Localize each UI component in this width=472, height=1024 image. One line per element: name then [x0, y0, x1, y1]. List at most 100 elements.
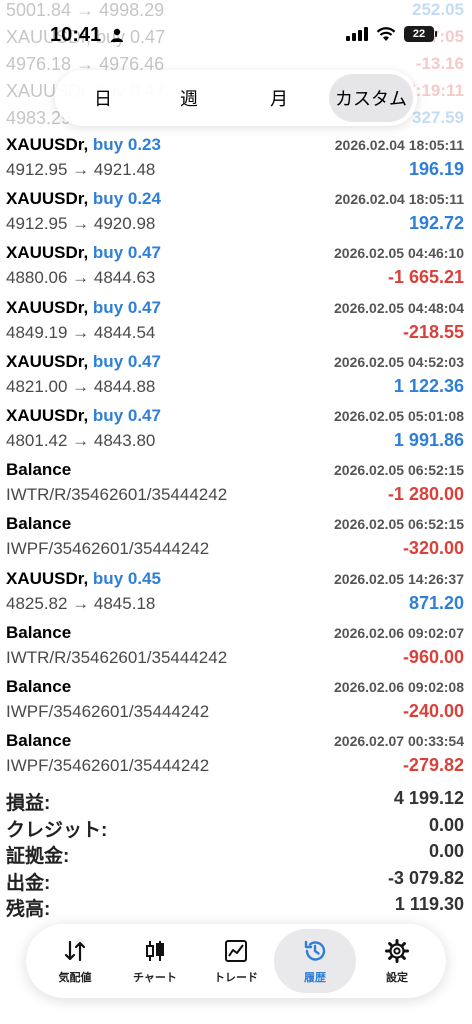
- nav-history[interactable]: 履歴: [274, 929, 356, 993]
- period-tabs: 日 週 月 カスタム: [55, 70, 417, 126]
- deal-row[interactable]: XAUUSDr, buy 0.47 2026.02.05 04:46:10 4880…: [0, 240, 472, 294]
- nav-chart[interactable]: チャート: [114, 929, 196, 993]
- deal-row[interactable]: Balance 2026.02.07 00:33:54 IWPF/35462601/…: [0, 728, 472, 782]
- deal-detail: 4912.95 → 4921.48: [6, 160, 156, 179]
- deal-direction: buy 0.47: [92, 406, 161, 425]
- summary-label: 出金:: [6, 873, 51, 894]
- deal-detail: IWPF/35462601/35444242: [6, 756, 210, 775]
- deal-direction: buy 0.24: [92, 189, 161, 208]
- ghost-row-left: XAUUSDr, buy 0.47: [6, 27, 166, 47]
- deal-date: 2026.02.06 09:02:08: [334, 679, 464, 695]
- tab-month[interactable]: 月: [253, 70, 305, 126]
- deal-symbol-name: Balance: [6, 623, 72, 642]
- deal-symbol-name: Balance: [6, 731, 72, 750]
- deal-direction: buy 0.47: [92, 243, 161, 262]
- deal-symbol-name: Balance: [6, 677, 72, 696]
- summary-value: 0.00: [428, 815, 464, 835]
- deal-symbol-name: XAUUSDr,: [6, 189, 89, 208]
- deal-symbol: XAUUSDr, buy 0.24: [6, 189, 161, 209]
- deal-profit: -218.55: [402, 322, 464, 342]
- deal-symbol: Balance: [6, 677, 71, 697]
- gear-icon: [385, 938, 409, 963]
- summary-value: 0.00: [428, 841, 464, 861]
- deal-row[interactable]: XAUUSDr, buy 0.47 2026.02.05 04:52:03 4821…: [0, 349, 472, 403]
- deal-symbol: Balance: [6, 514, 71, 534]
- deal-profit: -1 665.21: [387, 267, 464, 287]
- deal-date: 2026.02.04 18:05:11: [334, 137, 464, 153]
- deal-detail: 4801.42 → 4843.80: [6, 431, 156, 450]
- quotes-arrows-icon: [64, 940, 86, 961]
- deal-profit: 196.19: [408, 159, 464, 179]
- deal-profit: 192.72: [408, 213, 464, 233]
- deal-direction: buy 0.47: [92, 298, 161, 317]
- summary-value: -3 079.82: [387, 868, 464, 888]
- deal-detail: IWTR/R/35462601/35444242: [6, 485, 228, 504]
- deal-symbol: XAUUSDr, buy 0.47: [6, 352, 161, 372]
- nav-label: 設定: [386, 971, 408, 984]
- candlestick-chart-icon: [146, 940, 164, 961]
- summary-label: 残高:: [6, 899, 51, 920]
- bottom-navigation: 気配値 チャート トレード 履歴 設定: [26, 924, 446, 998]
- ghost-row-right: 252.05: [412, 0, 464, 19]
- deal-symbol: Balance: [6, 460, 71, 480]
- deal-direction: buy 0.45: [92, 569, 161, 588]
- deal-date: 2026.02.05 04:48:04: [334, 300, 464, 316]
- summary-value: 4 199.12: [393, 788, 464, 808]
- nav-trade[interactable]: トレード: [195, 929, 277, 993]
- deal-row[interactable]: Balance 2026.02.06 09:02:08 IWPF/35462601/…: [0, 674, 472, 728]
- deal-symbol: XAUUSDr, buy 0.47: [6, 406, 161, 426]
- ghost-row-right: 17:05: [420, 27, 464, 46]
- deal-detail: 4880.06 → 4844.63: [6, 268, 156, 287]
- summary-profit: 損益: 4 199.12: [0, 788, 472, 815]
- deal-symbol-name: XAUUSDr,: [6, 569, 89, 588]
- deal-date: 2026.02.05 04:52:03: [334, 354, 464, 370]
- deal-profit: -320.00: [402, 538, 464, 558]
- summary-label: 損益:: [6, 793, 51, 814]
- deal-date: 2026.02.06 09:02:07: [334, 625, 464, 641]
- summary-label: 証拠金:: [6, 846, 70, 867]
- summary-withdrawal: 出金: -3 079.82: [0, 868, 472, 895]
- tab-custom[interactable]: カスタム: [329, 74, 413, 122]
- deal-symbol-name: XAUUSDr,: [6, 298, 89, 317]
- deal-row[interactable]: Balance 2026.02.06 09:02:07 IWTR/R/3546260…: [0, 620, 472, 674]
- deal-direction: buy 0.47: [92, 352, 161, 371]
- tab-week[interactable]: 週: [163, 70, 215, 126]
- deal-symbol: XAUUSDr, buy 0.47: [6, 298, 161, 318]
- deal-row[interactable]: XAUUSDr, buy 0.45 2026.02.05 14:26:37 4825…: [0, 566, 472, 620]
- deal-detail: IWTR/R/35462601/35444242: [6, 648, 228, 667]
- summary-credit: クレジット: 0.00: [0, 815, 472, 842]
- summary-balance: 残高: 1 119.30: [0, 894, 472, 921]
- deal-detail: 4912.95 → 4920.98: [6, 214, 156, 233]
- deal-profit: -960.00: [402, 647, 464, 667]
- deal-detail: IWPF/35462601/35444242: [6, 702, 210, 721]
- deal-symbol: Balance: [6, 731, 71, 751]
- deal-detail: IWPF/35462601/35444242: [6, 539, 210, 558]
- nav-label: チャート: [133, 971, 177, 984]
- deal-row[interactable]: XAUUSDr, buy 0.47 2026.02.05 05:01:08 4801…: [0, 403, 472, 457]
- nav-settings[interactable]: 設定: [356, 929, 438, 993]
- deal-profit: -1 280.00: [387, 484, 464, 504]
- deal-date: 2026.02.07 00:33:54: [334, 733, 464, 749]
- deal-row[interactable]: XAUUSDr, buy 0.47 2026.02.05 04:48:04 4849…: [0, 295, 472, 349]
- deal-symbol-name: Balance: [6, 514, 72, 533]
- deal-row[interactable]: XAUUSDr, buy 0.23 2026.02.04 18:05:11 4912…: [0, 132, 472, 186]
- deal-row[interactable]: Balance 2026.02.05 06:52:15 IWPF/35462601/…: [0, 511, 472, 565]
- deal-symbol-name: Balance: [6, 460, 72, 479]
- deal-symbol-name: XAUUSDr,: [6, 406, 89, 425]
- deal-date: 2026.02.05 06:52:15: [334, 462, 464, 478]
- deal-symbol: XAUUSDr, buy 0.47: [6, 243, 161, 263]
- summary-value: 1 119.30: [394, 894, 464, 914]
- deal-detail: 4825.82 → 4845.18: [6, 594, 156, 613]
- deal-row[interactable]: XAUUSDr, buy 0.24 2026.02.04 18:05:11 4912…: [0, 186, 472, 240]
- ghost-row-left: 5001.84 → 4998.29: [6, 0, 165, 20]
- deal-symbol-name: XAUUSDr,: [6, 243, 89, 262]
- deal-symbol-name: XAUUSDr,: [6, 352, 89, 371]
- deal-row[interactable]: Balance 2026.02.05 06:52:15 IWTR/R/3546260…: [0, 457, 472, 511]
- history-clock-icon: [304, 940, 326, 961]
- nav-label: 気配値: [58, 971, 92, 984]
- tab-day[interactable]: 日: [77, 70, 129, 126]
- deal-date: 2026.02.04 18:05:11: [334, 191, 464, 207]
- summary-label: クレジット:: [6, 820, 108, 841]
- deal-date: 2026.02.05 14:26:37: [334, 571, 464, 587]
- nav-quotes[interactable]: 気配値: [34, 929, 116, 993]
